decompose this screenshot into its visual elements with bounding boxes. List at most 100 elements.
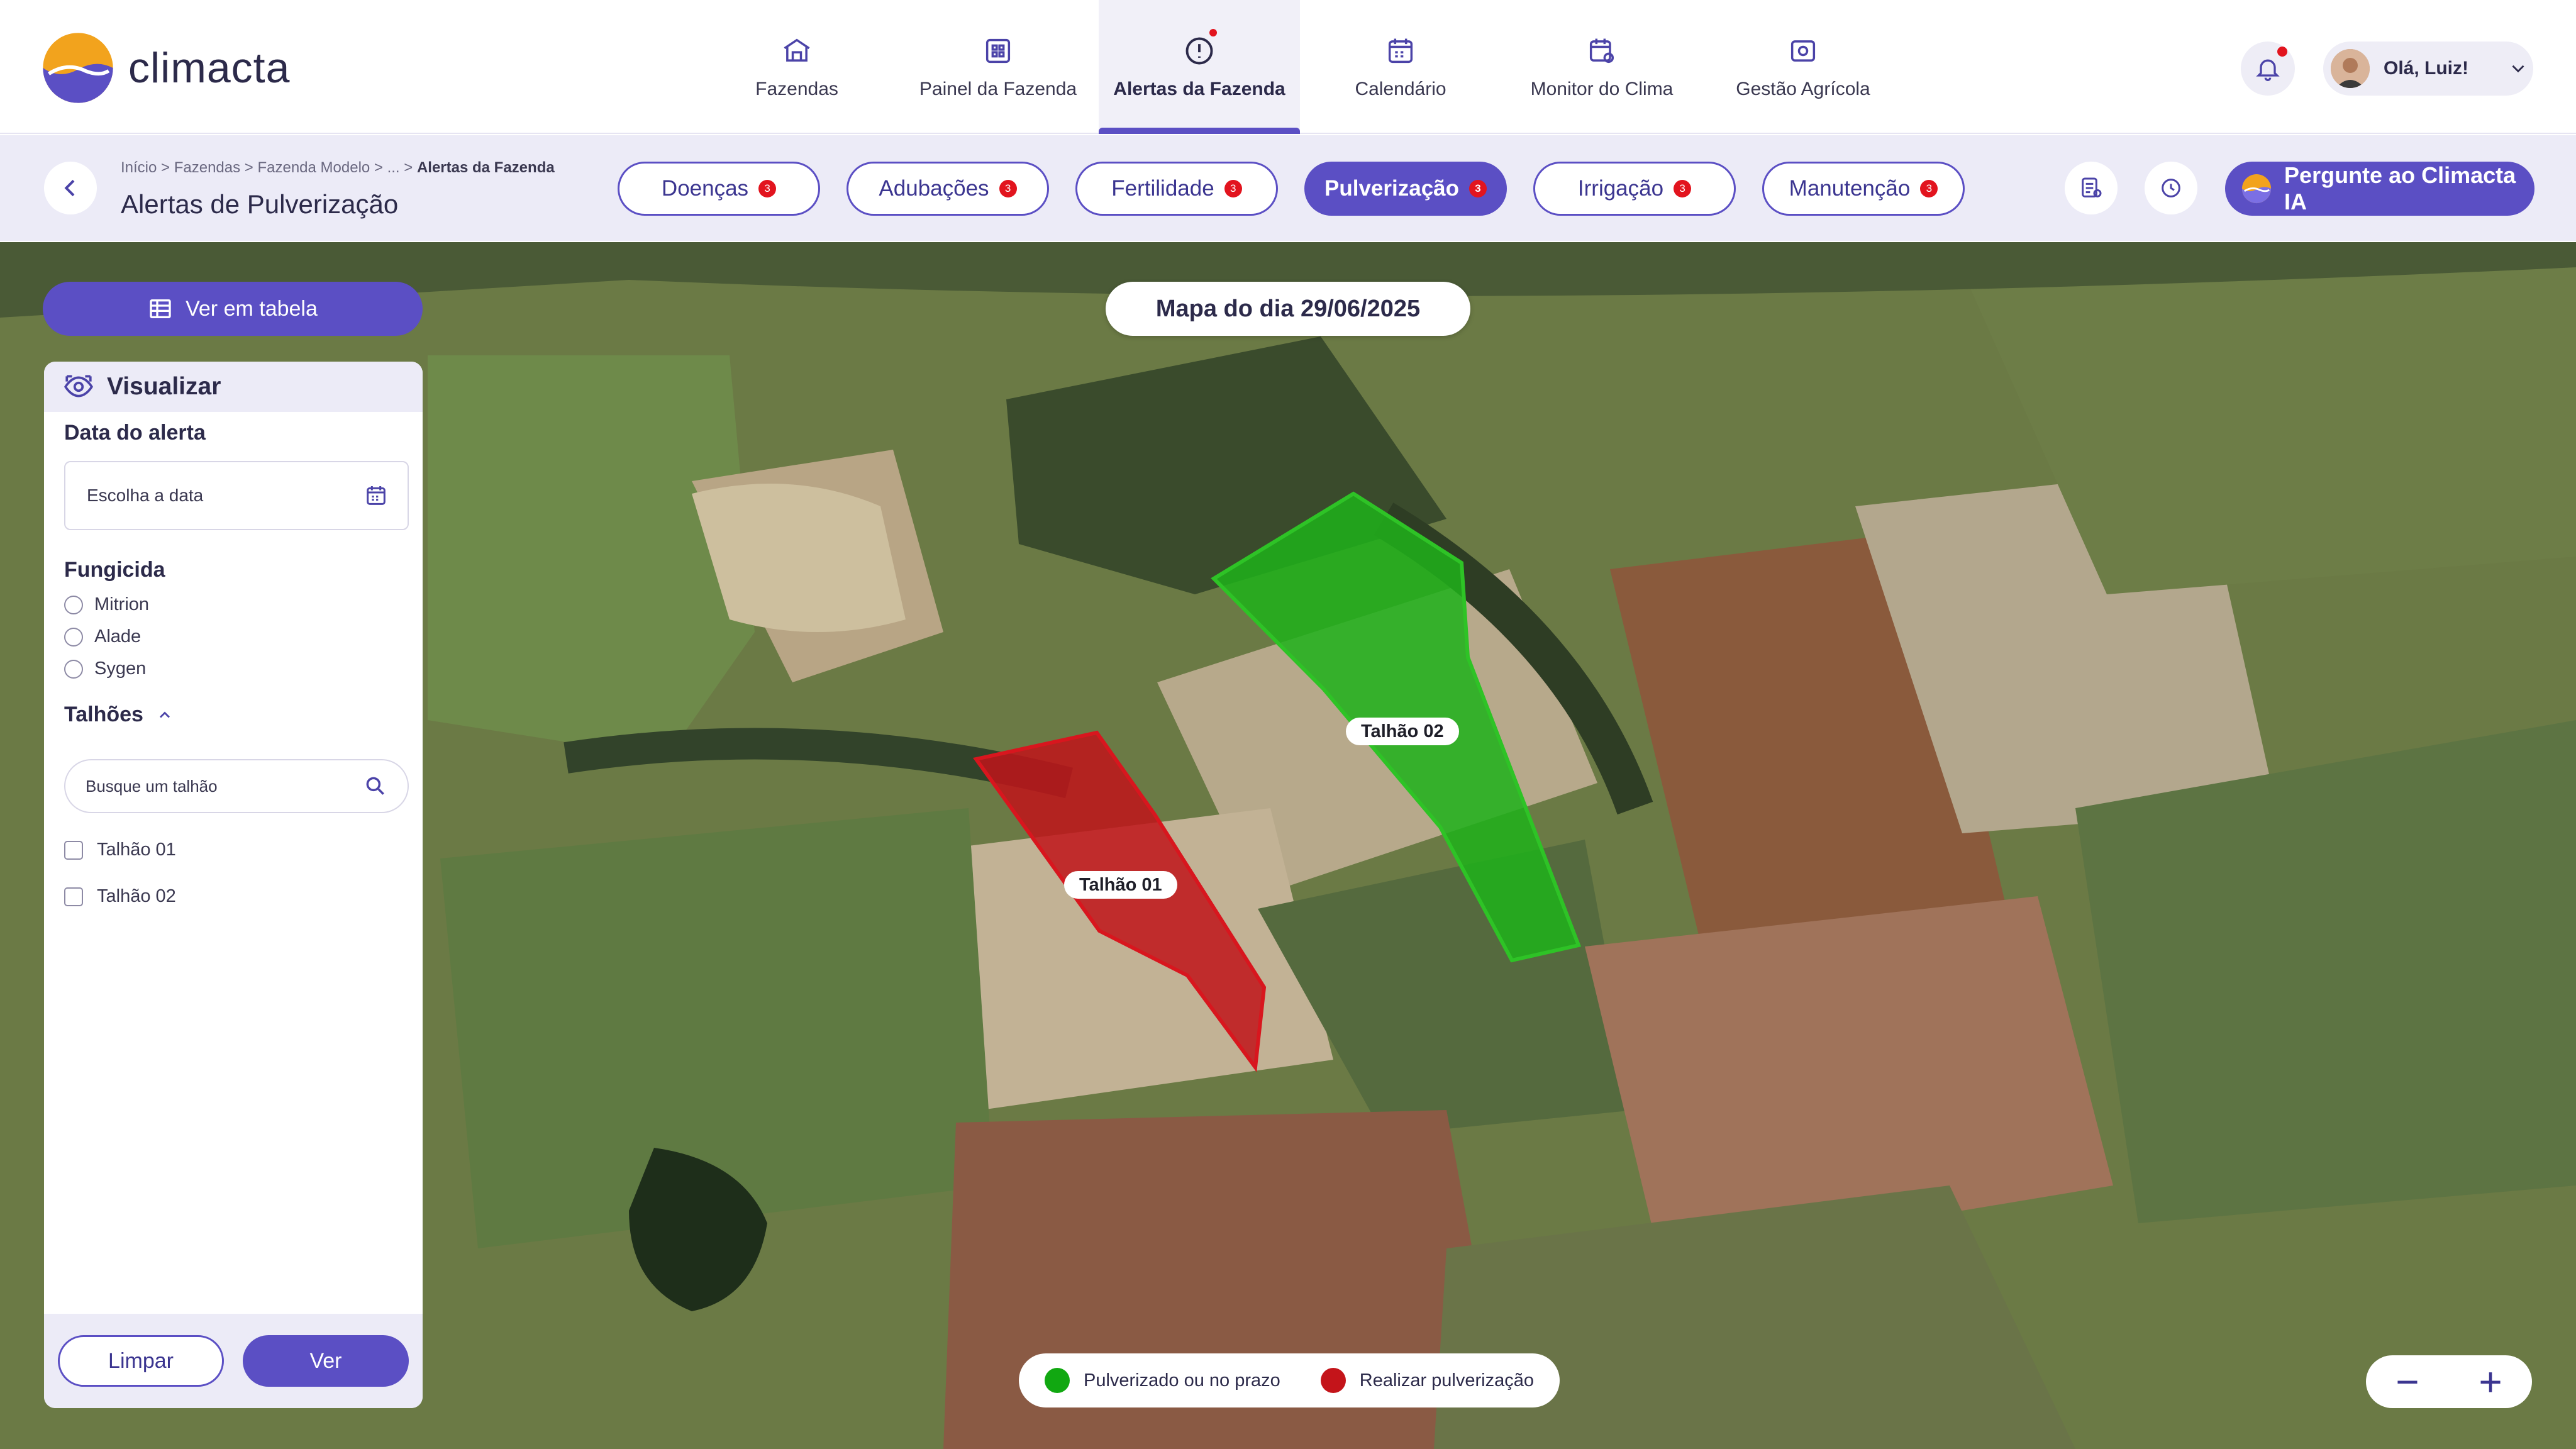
count-badge: 3 (758, 180, 777, 197)
tab-fertilidade[interactable]: Fertilidade 3 (1075, 162, 1278, 216)
management-icon (1790, 40, 1816, 62)
clear-button[interactable]: Limpar (58, 1335, 224, 1387)
view-table-label: Ver em tabela (186, 296, 318, 321)
legend-item-sprayed: Pulverizado ou no prazo (1044, 1368, 1280, 1393)
tab-label: Fertilidade (1111, 176, 1214, 201)
tab-doencas[interactable]: Doenças 3 (618, 162, 820, 216)
user-menu[interactable]: Olá, Luiz! (2323, 42, 2533, 96)
clock-icon (2162, 179, 2180, 197)
panel-header: Visualizar (44, 362, 423, 412)
date-placeholder: Escolha a data (87, 486, 204, 505)
top-navigation-bar: climacta Fazendas Painel da Fazenda Aler… (0, 0, 2576, 134)
page-header: Início > Fazendas > Fazenda Modelo > ...… (0, 135, 2576, 241)
table-icon (150, 299, 171, 318)
weather-icon (1589, 38, 1614, 63)
filter-panel: Visualizar Data do alerta Escolha a data… (44, 362, 423, 1408)
nav-item-gestao[interactable]: Gestão Agrícola (1702, 0, 1904, 134)
nav-item-alertas[interactable]: Alertas da Fazenda (1099, 0, 1300, 134)
fungicide-option[interactable]: Mitrion (64, 594, 149, 615)
climacta-logo-icon (43, 33, 113, 103)
fields-section-toggle[interactable]: Talhões (64, 702, 174, 727)
tab-pulverizacao[interactable]: Pulverização 3 (1304, 162, 1507, 216)
notification-dot (1209, 29, 1217, 36)
map-legend: Pulverizado ou no prazo Realizar pulveri… (1019, 1353, 1560, 1407)
field-option-label: Talhão 02 (97, 886, 176, 906)
fungicide-label: Alade (94, 626, 142, 647)
nav-label: Painel da Fazenda (919, 78, 1077, 99)
zoom-control: − + (2366, 1355, 2532, 1408)
chevron-up-icon (159, 711, 170, 718)
breadcrumb-path[interactable]: Início > Fazendas > Fazenda Modelo > ...… (121, 159, 417, 176)
tab-adubacoes[interactable]: Adubações 3 (847, 162, 1049, 216)
count-badge: 3 (999, 180, 1017, 197)
legend-green-dot (1044, 1368, 1070, 1393)
radio-button[interactable] (64, 627, 83, 647)
bell-icon (2256, 59, 2280, 81)
ask-ai-label: Pergunte ao Climacta IA (2284, 162, 2516, 214)
legend-label: Pulverizado ou no prazo (1083, 1370, 1280, 1391)
nav-label: Fazendas (755, 78, 838, 99)
tab-label: Manutenção (1789, 176, 1911, 201)
legend-item-spray-needed: Realizar pulverização (1320, 1368, 1534, 1393)
field-option[interactable]: Talhão 02 (64, 886, 176, 907)
panel-footer: Limpar Ver (44, 1314, 423, 1408)
nav-label: Gestão Agrícola (1736, 78, 1870, 99)
field-label-talhao-02[interactable]: Talhão 02 (1346, 718, 1459, 745)
field-option[interactable]: Talhão 01 (64, 840, 176, 860)
fungicide-option[interactable]: Sygen (64, 658, 146, 679)
chevron-down-icon (2512, 65, 2524, 73)
tab-label: Irrigação (1577, 176, 1664, 201)
radio-button[interactable] (64, 659, 83, 679)
map-date-label: Mapa do dia 29/06/2025 (1106, 282, 1470, 336)
nav-label: Alertas da Fazenda (1113, 78, 1285, 99)
page-title: Alertas de Pulverização (121, 189, 399, 219)
fungicide-label: Mitrion (94, 594, 150, 614)
notifications-button[interactable] (2241, 42, 2295, 96)
tab-label: Doenças (661, 176, 749, 201)
report-icon (2082, 177, 2102, 197)
checkbox[interactable] (64, 887, 83, 906)
chevron-left-icon (64, 179, 75, 197)
app-logo[interactable]: climacta (42, 31, 290, 104)
zoom-in-button[interactable]: + (2479, 1358, 2502, 1405)
back-button[interactable] (44, 162, 97, 214)
nav-item-fazendas[interactable]: Fazendas (696, 0, 897, 134)
radio-button[interactable] (64, 595, 83, 614)
report-button[interactable] (2065, 162, 2118, 214)
panel-title: Visualizar (107, 373, 221, 400)
user-greeting: Olá, Luiz! (2384, 58, 2468, 79)
view-table-button[interactable]: Ver em tabela (43, 282, 423, 336)
climacta-logo-icon (2241, 174, 2272, 204)
eye-icon (64, 375, 93, 397)
avatar (2331, 49, 2370, 88)
breadcrumb-current: Alertas da Fazenda (416, 159, 555, 176)
date-section-title: Data do alerta (64, 421, 206, 445)
zoom-out-button[interactable]: − (2396, 1358, 2419, 1405)
checkbox[interactable] (64, 840, 83, 860)
history-button[interactable] (2145, 162, 2197, 214)
field-label-talhao-01[interactable]: Talhão 01 (1064, 871, 1177, 899)
nav-item-monitor-clima[interactable]: Monitor do Clima (1501, 0, 1702, 134)
nav-label: Monitor do Clima (1530, 78, 1674, 99)
field-search-input[interactable]: Busque um talhão (64, 759, 409, 813)
dashboard-icon (985, 38, 1011, 63)
alert-date-field[interactable]: Escolha a data (64, 461, 409, 530)
alert-icon (1185, 37, 1213, 64)
legend-label: Realizar pulverização (1359, 1370, 1534, 1391)
nav-item-calendario[interactable]: Calendário (1300, 0, 1501, 134)
field-option-label: Talhão 01 (97, 840, 176, 860)
count-badge: 3 (1920, 180, 1938, 197)
search-icon[interactable] (364, 774, 387, 798)
fungicide-label: Sygen (94, 658, 147, 679)
fields-section-title: Talhões (64, 702, 143, 726)
fungicide-option[interactable]: Alade (64, 626, 141, 647)
nav-item-painel[interactable]: Painel da Fazenda (897, 0, 1099, 134)
main-nav: Fazendas Painel da Fazenda Alertas da Fa… (696, 0, 1904, 134)
legend-red-dot (1320, 1368, 1346, 1393)
fungicide-section-title: Fungicida (64, 558, 165, 582)
app-name: climacta (128, 44, 291, 92)
ask-ai-button[interactable]: Pergunte ao Climacta IA (2225, 162, 2534, 216)
tab-irrigacao[interactable]: Irrigação 3 (1533, 162, 1736, 216)
tab-manutencao[interactable]: Manutenção 3 (1762, 162, 1965, 216)
see-button[interactable]: Ver (243, 1335, 409, 1387)
